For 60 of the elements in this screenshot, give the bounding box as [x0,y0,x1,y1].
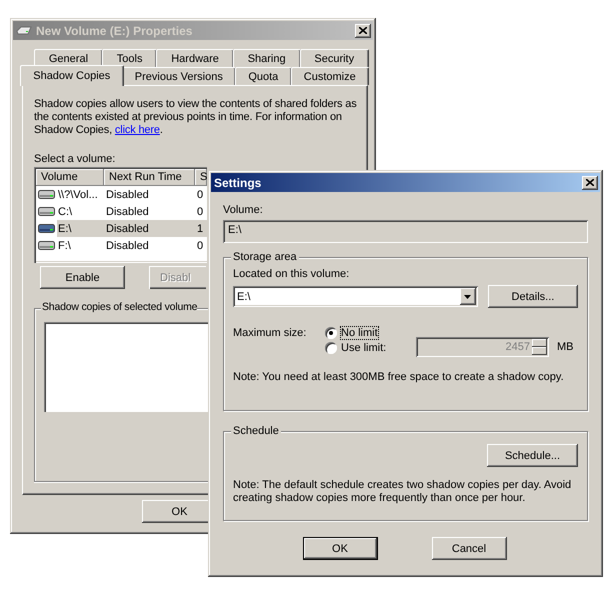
table-cell-text: 0 [196,188,204,200]
volume-row[interactable]: C:\ Disabled 0 [36,203,207,220]
column-header[interactable]: Volume [36,169,104,186]
close-button[interactable] [582,176,598,190]
table-cell: 1 [195,222,204,234]
drive-icon [38,207,55,216]
help-link[interactable]: click here [114,124,160,136]
cancel-button[interactable]: Cancel [432,537,506,560]
unit-label: MB [557,341,574,353]
column-header[interactable]: S [195,169,208,186]
column-header[interactable]: Next Run Time [104,169,195,186]
drive-icon [38,224,55,233]
volume-row[interactable]: \\?\Vol... Disabled 0 [36,186,207,203]
volume-row[interactable]: F:\ Disabled 0 [36,237,207,254]
drive-icon [38,190,55,199]
tab[interactable]: Shadow Copies [20,65,124,86]
located-label: Located on this volume: [233,268,350,280]
radio-option[interactable]: Use limit: [325,342,386,354]
window-title: Settings [214,176,262,190]
table-cell: Disabled [104,222,149,234]
tab[interactable]: Quota [235,67,292,85]
volume-dropdown[interactable]: E:\ [233,286,478,307]
table-cell-text: Disabled [105,188,149,200]
group-label: Storage area [231,251,299,263]
enable-button[interactable]: Enable [40,266,125,289]
table-cell: C:\ [57,206,74,218]
note-text: Note: You need at least 300MB free space to create a shadow copy. [233,371,565,384]
table-cell: E:\ [57,222,72,234]
radio-button[interactable] [325,327,337,339]
ok-button[interactable]: OK [302,537,378,560]
group-label: Schedule [231,425,281,437]
tab[interactable]: Customize [290,67,369,85]
radio-option[interactable]: No limit [325,327,386,339]
table-cell-text: 0 [196,240,204,252]
table-cell: F:\ [57,240,72,252]
close-icon[interactable] [586,179,594,186]
description-text: Shadow copies allow users to view the contents of shared folders as the contents existed at previous points in time. For information on Shadow Copies, click here. [34,98,358,137]
max-size-label: Maximum size: [233,327,308,339]
select-label: Select a volume: [34,153,116,165]
volume-row[interactable]: E:\ Disabled 1 [36,220,207,237]
radio-button[interactable] [325,342,337,354]
table-cell: \\?\Vol... [57,188,99,200]
volume-label: Volume: [223,204,264,216]
close-icon[interactable] [359,27,367,34]
volume-field: E:\ [223,220,588,243]
details-button[interactable]: Details... [488,285,578,308]
window-title: New Volume (E:) Properties [36,24,194,38]
schedule-button[interactable]: Schedule... [487,444,578,467]
tab[interactable]: Hardware [156,49,234,67]
tab[interactable]: Sharing [232,49,300,67]
table-cell-text: 0 [196,206,204,218]
group-label: Shadow copies of selected volume [41,301,198,313]
note-text: Note: The default schedule creates two shadow copies per day. Avoid creating shadow copies more frequently than once per hour. [233,479,572,505]
drive-icon [38,241,55,250]
close-button[interactable] [355,24,371,38]
drive-icon [16,26,32,35]
tab[interactable]: Security [300,49,370,67]
table-cell-text: Disabled [105,206,149,218]
table-cell-text: Disabled [105,240,149,252]
tab[interactable]: Previous Versions [122,67,236,85]
